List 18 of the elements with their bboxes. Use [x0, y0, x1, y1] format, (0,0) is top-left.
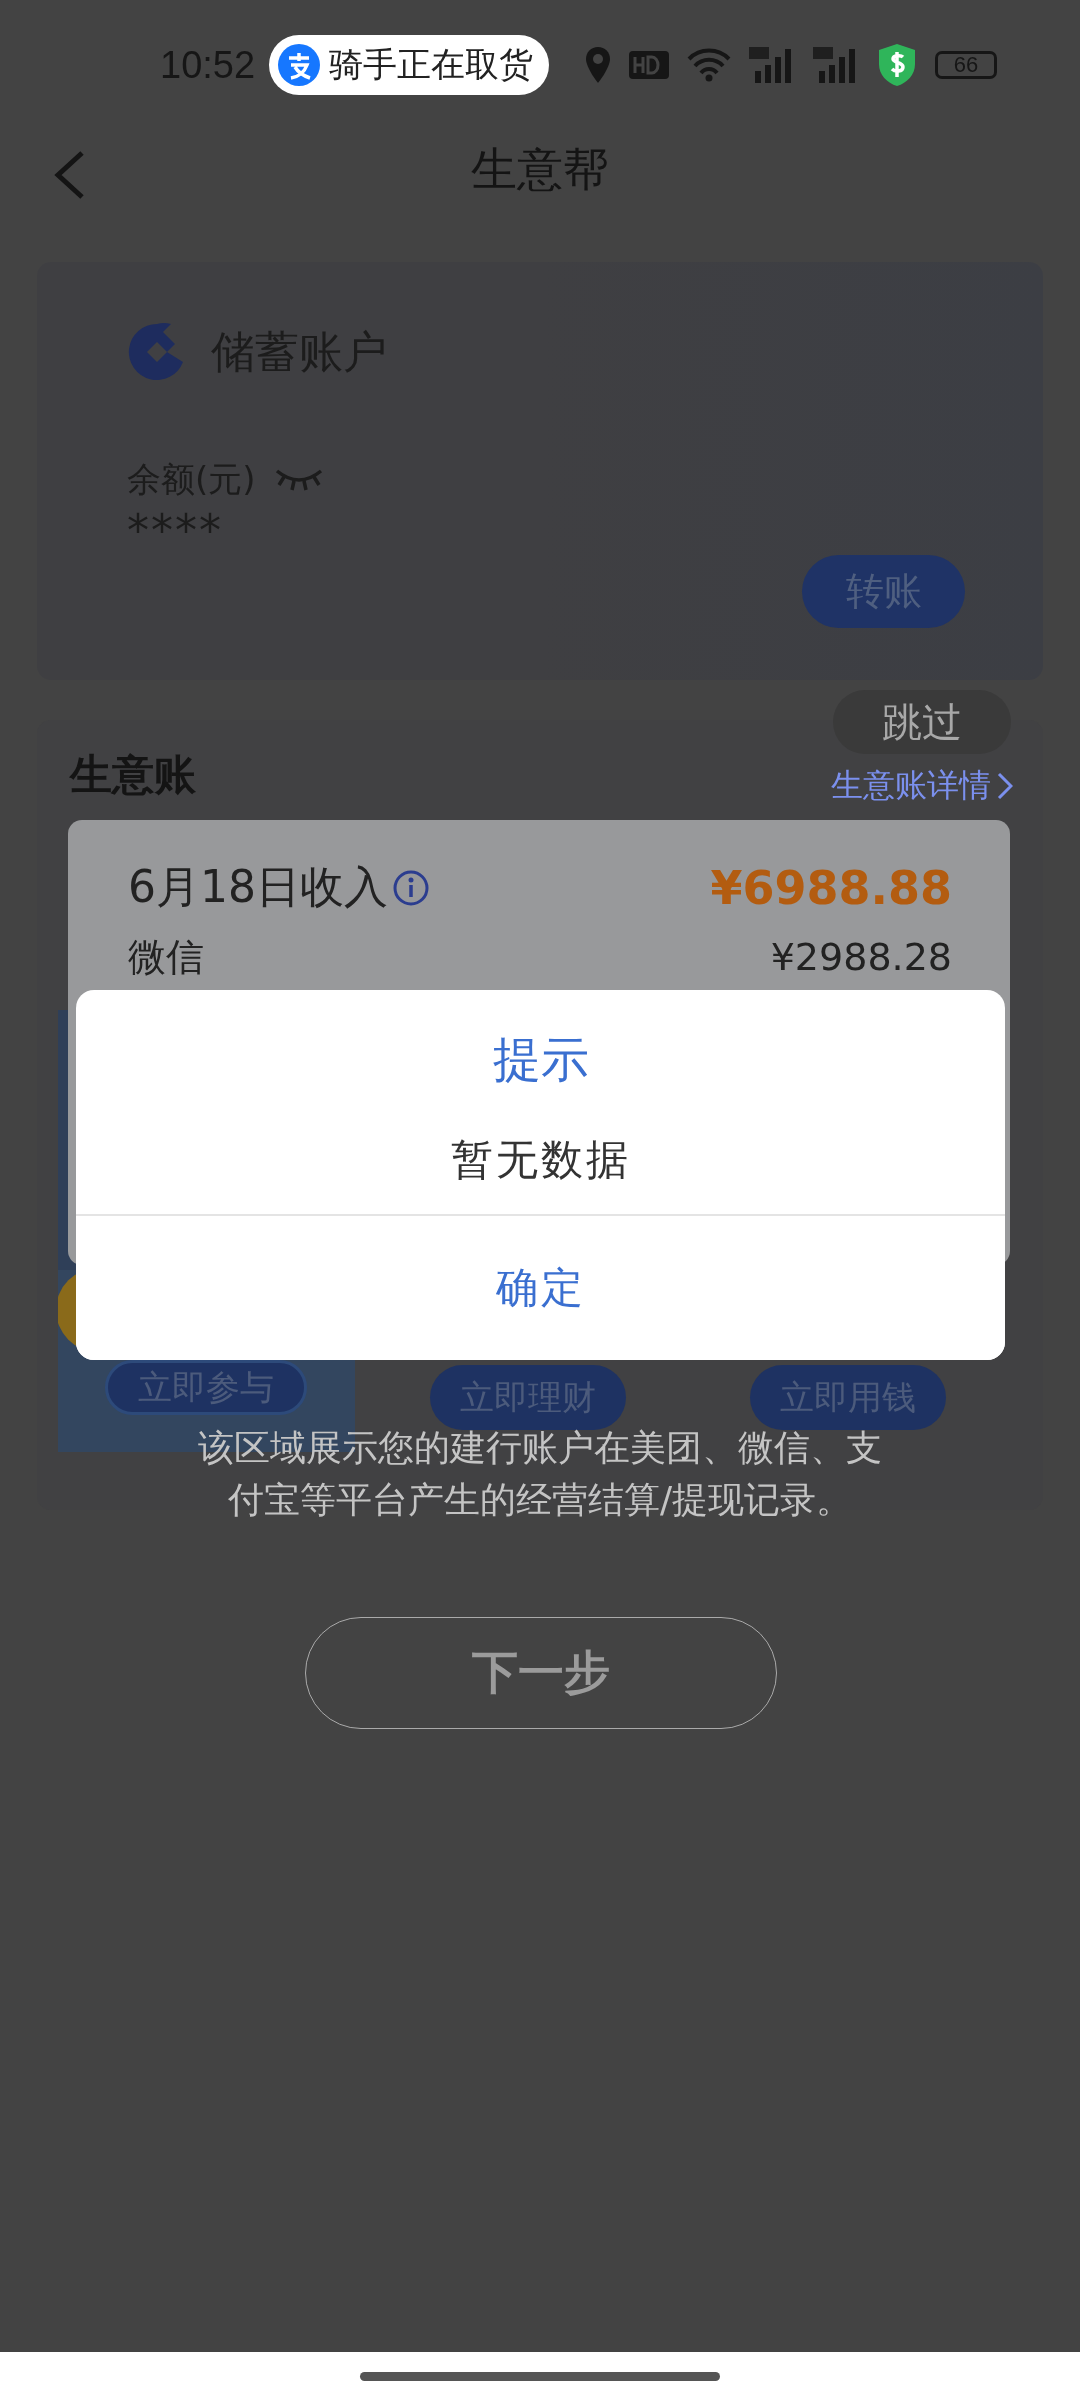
location-icon — [585, 46, 612, 84]
home-indicator[interactable] — [360, 2371, 720, 2381]
chevron-right-icon — [997, 772, 1013, 800]
notification-pill[interactable]: 骑手正在取货 — [269, 35, 550, 95]
dialog-message: 暂无数据 — [450, 1134, 631, 1186]
balance-value: **** — [127, 505, 224, 556]
security-shield-icon — [877, 43, 918, 87]
wifi-icon — [687, 48, 732, 82]
ledger-details-link[interactable]: 生意账详情 — [831, 764, 1013, 808]
channel-label: 微信 — [128, 935, 204, 979]
income-date-label: 6月18日收入 — [128, 860, 388, 914]
income-total: ¥6988.88 — [710, 860, 952, 915]
info-icon[interactable] — [392, 868, 430, 907]
dialog-title: 提示 — [492, 1030, 589, 1089]
payment-app-icon — [277, 43, 322, 87]
channel-amount: ¥2988.28 — [770, 935, 952, 979]
hd-icon — [629, 51, 670, 79]
skip-button[interactable]: 跳过 — [833, 690, 1011, 754]
